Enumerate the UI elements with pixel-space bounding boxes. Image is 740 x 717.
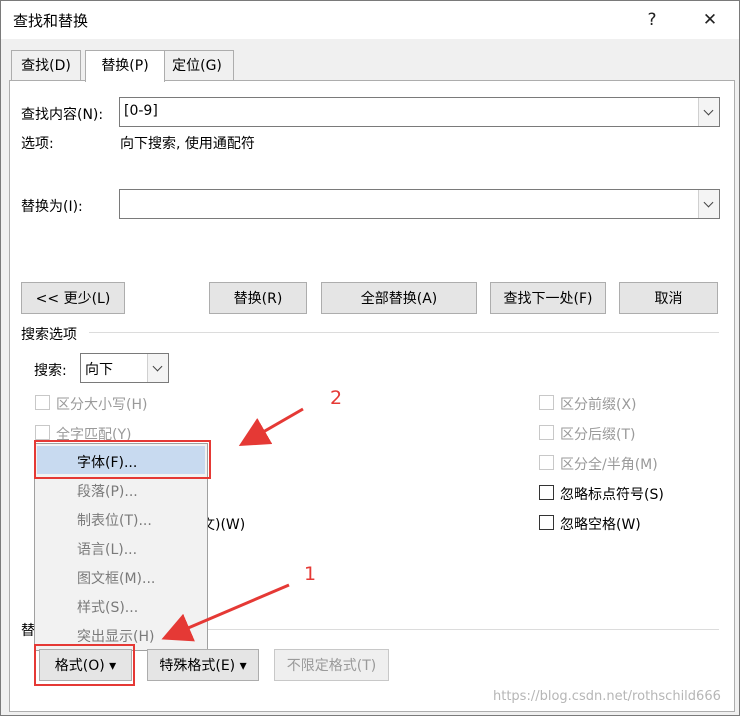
annotation-arrows bbox=[161, 407, 304, 642]
tab-replace[interactable]: 替换(P) bbox=[85, 50, 165, 82]
find-replace-dialog: 查找和替换 ? ✕ 查找(D) 替换(P) 定位(G) 查找内容(N): [0-… bbox=[0, 0, 740, 716]
arrow-2 bbox=[238, 407, 304, 446]
arrow-1 bbox=[161, 583, 290, 642]
annotation-number-2: 2 bbox=[330, 387, 343, 409]
watermark: https://blog.csdn.net/rothschild666 bbox=[493, 689, 721, 704]
annotation-number-1: 1 bbox=[304, 563, 317, 585]
